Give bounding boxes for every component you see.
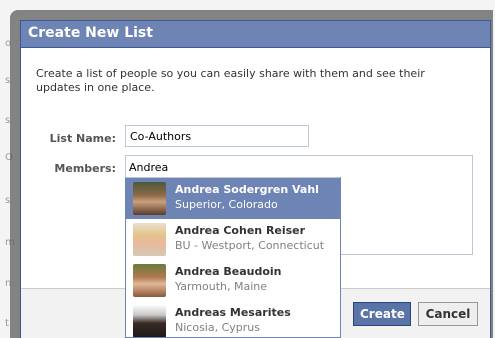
members-label: Members: [54, 162, 116, 175]
background-text: t [5, 318, 9, 329]
suggestion-name: Andrea Cohen Reiser [175, 224, 306, 237]
avatar [133, 182, 166, 215]
suggestion-location: BU - Westport, Connecticut [175, 239, 325, 252]
suggestion-item[interactable]: Andreas Mesarites Nicosia, Cyprus [126, 301, 340, 337]
suggestion-location: Superior, Colorado [175, 198, 278, 211]
avatar [133, 264, 166, 297]
members-input[interactable] [129, 158, 329, 176]
dialog-title: Create New List [21, 21, 490, 48]
cancel-button[interactable]: Cancel [418, 302, 478, 326]
member-suggestions-dropdown: Andrea Sodergren Vahl Superior, Colorado… [125, 177, 341, 338]
suggestion-item[interactable]: Andrea Cohen Reiser BU - Westport, Conne… [126, 219, 340, 260]
suggestion-item[interactable]: Andrea Sodergren Vahl Superior, Colorado [126, 178, 340, 219]
list-name-input[interactable] [125, 125, 309, 147]
list-name-label: List Name: [49, 132, 116, 145]
create-button[interactable]: Create [353, 302, 411, 326]
suggestion-name: Andrea Sodergren Vahl [175, 183, 319, 196]
suggestion-item[interactable]: Andrea Beaudoin Yarmouth, Maine [126, 260, 340, 301]
suggestion-location: Nicosia, Cyprus [175, 321, 260, 334]
suggestion-name: Andrea Beaudoin [175, 265, 282, 278]
avatar [133, 223, 166, 256]
suggestion-name: Andreas Mesarites [175, 306, 291, 319]
avatar [133, 305, 166, 337]
suggestion-location: Yarmouth, Maine [175, 280, 267, 293]
dialog-description: Create a list of people so you can easil… [36, 67, 425, 94]
